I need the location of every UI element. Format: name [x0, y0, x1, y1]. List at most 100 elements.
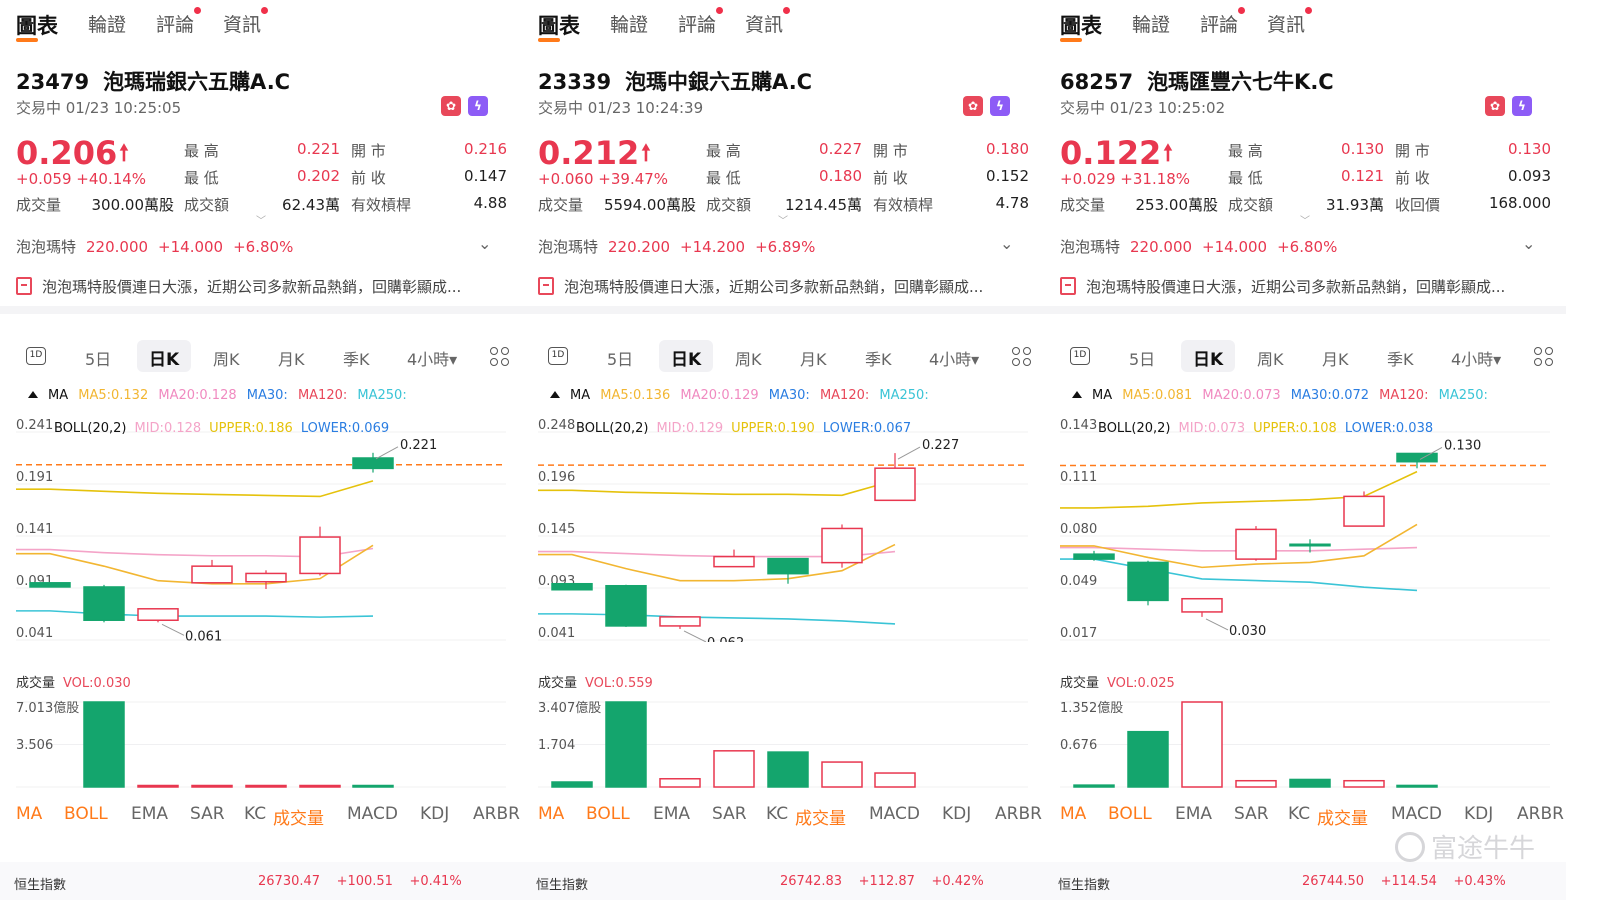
indicator-tab-boll[interactable]: BOLL	[586, 804, 630, 824]
ktab-monthly[interactable]: 月K	[800, 346, 827, 370]
ktab-4hour[interactable]: 4小時▾	[929, 346, 979, 370]
collapse-triangle-icon[interactable]	[1072, 391, 1082, 398]
indicator-tab-sar[interactable]: SAR	[712, 804, 747, 824]
expand-chevron-icon[interactable]: ﹀	[778, 212, 788, 227]
underlying-row[interactable]: 泡泡瑪特 220.000 +14.000 +6.80%	[16, 236, 303, 257]
indicator-tab-ema[interactable]: EMA	[131, 804, 168, 824]
tab-chart[interactable]: 圖表	[16, 10, 58, 42]
ktab-4hour[interactable]: 4小時▾	[1451, 346, 1501, 370]
ktab-5day[interactable]: 5日	[85, 346, 111, 370]
expand-chevron-icon[interactable]: ﹀	[1300, 212, 1310, 227]
ktab-daily[interactable]: 日K	[137, 340, 192, 372]
indicator-tab-ema[interactable]: EMA	[1175, 804, 1212, 824]
news-row[interactable]: 泡泡瑪特股價連日大漲，近期公司多款新品熱銷，回購彰顯成...	[16, 276, 506, 297]
1d-icon[interactable]: 1D	[548, 347, 568, 365]
tab-warrants[interactable]: 輪證	[88, 10, 126, 37]
turnover-label: 成交額	[184, 196, 230, 214]
flash-icon[interactable]: ϟ	[468, 96, 488, 116]
indicator-tab-boll[interactable]: BOLL	[1108, 804, 1152, 824]
ktab-4hour[interactable]: 4小時▾	[407, 346, 457, 370]
ktab-quarterly[interactable]: 季K	[343, 346, 370, 370]
indicator-tab-ema[interactable]: EMA	[653, 804, 690, 824]
indicator-tab-ma[interactable]: MA	[16, 804, 42, 824]
notification-dot	[1238, 7, 1246, 14]
news-row[interactable]: 泡泡瑪特股價連日大漲，近期公司多款新品熱銷，回購彰顯成...	[1060, 276, 1550, 297]
label-leader	[161, 623, 185, 636]
indicator-tab-arbr[interactable]: ARBR	[1517, 804, 1564, 824]
indicator-tab-macd[interactable]: MACD	[1391, 804, 1442, 824]
1d-icon[interactable]: 1D	[1070, 347, 1090, 365]
kline-chart[interactable]: 0.2480.1960.1450.0930.041BOLL(20,2) MID:0…	[522, 410, 1044, 642]
tab-news[interactable]: 資訊	[745, 7, 791, 37]
chevron-down-icon[interactable]: ⌄	[1522, 234, 1535, 253]
hk-flag-icon[interactable]: ✿	[441, 96, 461, 116]
indicator-tab-boll[interactable]: BOLL	[64, 804, 108, 824]
indicator-tab-sar[interactable]: SAR	[1234, 804, 1269, 824]
kline-chart[interactable]: 0.2410.1910.1410.0910.041BOLL(20,2) MID:0…	[0, 410, 522, 642]
kline-chart[interactable]: 0.143 0.111 0.080 0.049 0.017 BOLL(20,2) MID:0…	[1044, 410, 1566, 642]
flash-icon[interactable]: ϟ	[990, 96, 1010, 116]
indicator-tab-arbr[interactable]: ARBR	[995, 804, 1042, 824]
underlying-row[interactable]: 泡泡瑪特 220.200 +14.200 +6.89%	[538, 236, 825, 257]
hk-flag-icon[interactable]: ✿	[1485, 96, 1505, 116]
expand-chevron-icon[interactable]: ﹀	[256, 212, 266, 227]
tab-comments[interactable]: 評論	[156, 7, 202, 37]
collapse-triangle-icon[interactable]	[28, 391, 38, 398]
ktab-daily[interactable]: 日K	[1181, 340, 1236, 372]
tab-chart[interactable]: 圖表	[538, 10, 580, 42]
underlying-row[interactable]: 泡泡瑪特 220.000 +14.000 +6.80%	[1060, 236, 1347, 257]
grid-menu-icon[interactable]	[1012, 347, 1032, 367]
news-row[interactable]: 泡泡瑪特股價連日大漲，近期公司多款新品熱銷，回購彰顯成...	[538, 276, 1028, 297]
flash-icon[interactable]: ϟ	[1512, 96, 1532, 116]
index-values: 26744.50 +114.54 +0.43%	[1302, 874, 1506, 889]
ktab-monthly[interactable]: 月K	[278, 346, 305, 370]
price-change: +0.059 +40.14%	[16, 170, 147, 188]
indicator-tab-成交量[interactable]: 成交量	[795, 804, 846, 829]
chevron-down-icon[interactable]: ⌄	[478, 234, 491, 253]
indicator-tab-kdj[interactable]: KDJ	[1464, 804, 1493, 824]
tab-warrants[interactable]: 輪證	[610, 10, 648, 37]
indicator-tab-kc[interactable]: KC	[244, 804, 266, 824]
indicator-tab-macd[interactable]: MACD	[869, 804, 920, 824]
volume-chart[interactable]: 1.352億股 0.676	[1044, 690, 1566, 790]
collapse-triangle-icon[interactable]	[550, 391, 560, 398]
indicator-tab-kdj[interactable]: KDJ	[420, 804, 449, 824]
hk-flag-icon[interactable]: ✿	[963, 96, 983, 116]
volume-chart[interactable]: 3.407億股 1.704	[522, 690, 1044, 790]
volume-chart[interactable]: 7.013億股 3.506	[0, 690, 522, 790]
low-value: 0.121	[1341, 167, 1384, 185]
candle	[245, 572, 287, 583]
up-arrow-icon: 🠕	[119, 141, 129, 166]
ktab-5day[interactable]: 5日	[607, 346, 633, 370]
1d-icon[interactable]: 1D	[26, 347, 46, 365]
indicator-tab-arbr[interactable]: ARBR	[473, 804, 520, 824]
notification-dot	[194, 7, 202, 14]
ktab-weekly[interactable]: 周K	[1257, 346, 1284, 370]
indicator-tab-ma[interactable]: MA	[1060, 804, 1086, 824]
ktab-quarterly[interactable]: 季K	[865, 346, 892, 370]
tab-warrants[interactable]: 輪證	[1132, 10, 1170, 37]
indicator-tab-kc[interactable]: KC	[1288, 804, 1310, 824]
grid-menu-icon[interactable]	[490, 347, 510, 367]
chevron-down-icon[interactable]: ⌄	[1000, 234, 1013, 253]
tab-chart[interactable]: 圖表	[1060, 10, 1102, 42]
indicator-tab-kc[interactable]: KC	[766, 804, 788, 824]
open-label: 開 市	[873, 142, 908, 160]
ktab-weekly[interactable]: 周K	[735, 346, 762, 370]
indicator-tab-kdj[interactable]: KDJ	[942, 804, 971, 824]
tab-comments[interactable]: 評論	[1200, 7, 1246, 37]
indicator-tab-ma[interactable]: MA	[538, 804, 564, 824]
ktab-quarterly[interactable]: 季K	[1387, 346, 1414, 370]
ktab-monthly[interactable]: 月K	[1322, 346, 1349, 370]
indicator-tab-成交量[interactable]: 成交量	[273, 804, 324, 829]
grid-menu-icon[interactable]	[1534, 347, 1554, 367]
ktab-5day[interactable]: 5日	[1129, 346, 1155, 370]
indicator-tab-sar[interactable]: SAR	[190, 804, 225, 824]
ktab-weekly[interactable]: 周K	[213, 346, 240, 370]
tab-news[interactable]: 資訊	[1267, 7, 1313, 37]
indicator-tab-成交量[interactable]: 成交量	[1317, 804, 1368, 829]
indicator-tab-macd[interactable]: MACD	[347, 804, 398, 824]
tab-news[interactable]: 資訊	[223, 7, 269, 37]
ktab-daily[interactable]: 日K	[659, 340, 714, 372]
tab-comments[interactable]: 評論	[678, 7, 724, 37]
